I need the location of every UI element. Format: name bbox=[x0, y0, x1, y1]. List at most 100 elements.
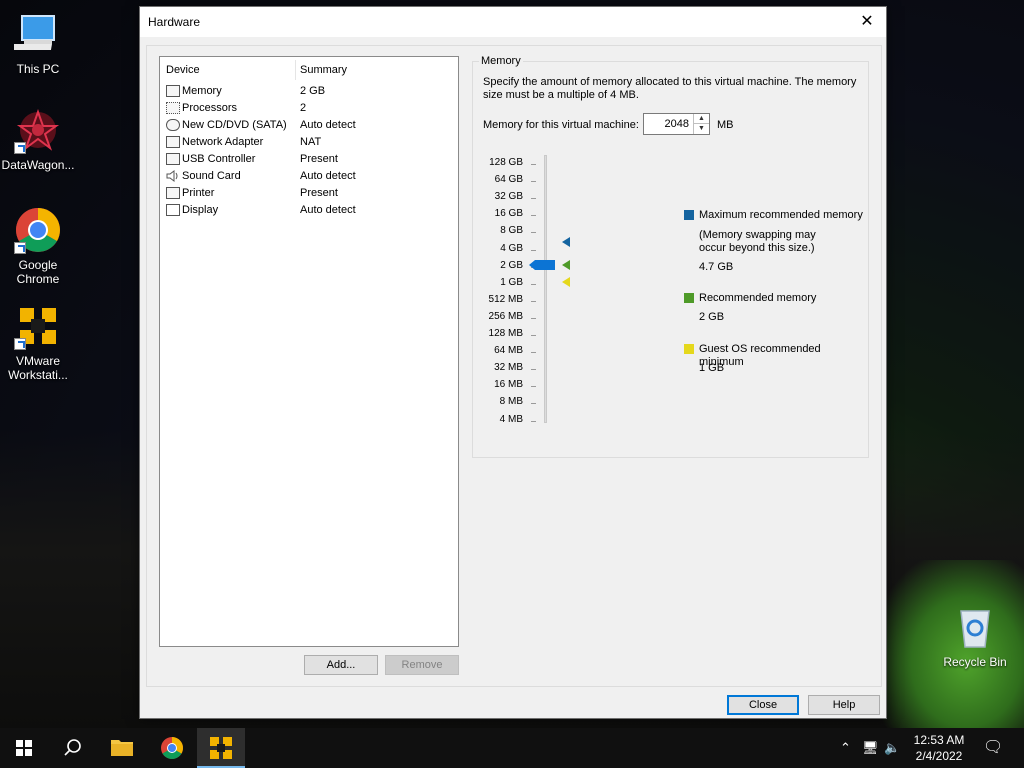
column-header-summary[interactable]: Summary bbox=[300, 64, 347, 76]
memory-scale-label: 16 GB bbox=[494, 208, 523, 220]
cd-dvd-icon bbox=[166, 119, 180, 131]
desktop-icon-recycle-bin[interactable]: Recycle Bin bbox=[937, 603, 1013, 669]
device-name: Sound Card bbox=[182, 170, 241, 182]
device-row-processors[interactable]: Processors 2 bbox=[164, 100, 454, 117]
device-name: Display bbox=[182, 204, 219, 216]
device-list[interactable]: Device Summary Memory 2 GB Processors 2 … bbox=[159, 56, 459, 647]
minimum-swatch bbox=[684, 344, 694, 354]
device-row-printer[interactable]: Printer Present bbox=[164, 185, 454, 202]
search-icon bbox=[64, 739, 81, 756]
device-summary: NAT bbox=[300, 136, 322, 148]
chrome-icon bbox=[14, 206, 62, 254]
memory-scale-label: 8 GB bbox=[500, 225, 523, 237]
desktop-icon-label: Recycle Bin bbox=[943, 655, 1007, 669]
device-summary: Present bbox=[300, 153, 338, 165]
max-recommended-value: 4.7 GB bbox=[699, 261, 734, 273]
memory-scale-tick bbox=[531, 232, 536, 234]
clock[interactable]: 12:53 AM 2/4/2022 bbox=[906, 732, 972, 764]
help-button[interactable]: Help bbox=[808, 695, 880, 715]
device-row-network-adapter[interactable]: Network Adapter NAT bbox=[164, 134, 454, 151]
taskbar-chrome[interactable] bbox=[148, 728, 196, 768]
device-row-memory[interactable]: Memory 2 GB bbox=[164, 83, 454, 100]
computer-icon bbox=[10, 10, 62, 58]
memory-input[interactable]: 2048 bbox=[665, 118, 689, 130]
memory-scale-label: 512 MB bbox=[488, 293, 523, 305]
add-button[interactable]: Add... bbox=[304, 655, 378, 675]
notifications-icon[interactable]: 🗨 bbox=[983, 737, 1003, 757]
vmware-icon bbox=[14, 302, 62, 350]
memory-scale-label: 32 MB bbox=[494, 362, 523, 374]
memory-scale-tick bbox=[531, 181, 536, 183]
memory-slider-thumb[interactable] bbox=[529, 260, 555, 270]
chevron-down-icon[interactable]: ▼ bbox=[694, 124, 709, 134]
chrome-icon bbox=[161, 737, 183, 759]
column-header-device[interactable]: Device bbox=[166, 64, 200, 76]
windows-icon bbox=[16, 740, 32, 756]
memory-description: Specify the amount of memory allocated t… bbox=[483, 76, 857, 101]
device-name: Network Adapter bbox=[182, 136, 264, 148]
recommended-swatch bbox=[684, 293, 694, 303]
close-icon[interactable]: ✕ bbox=[856, 11, 878, 33]
folder-icon bbox=[111, 740, 133, 756]
memory-stepper[interactable]: 2048 ▲ ▼ bbox=[643, 113, 710, 135]
memory-icon bbox=[166, 85, 180, 97]
memory-scale-label: 2 GB bbox=[500, 259, 523, 271]
recommended-title: Recommended memory bbox=[699, 292, 817, 304]
dialog-title: Hardware bbox=[148, 15, 201, 29]
speaker-icon bbox=[166, 170, 180, 182]
device-name: Printer bbox=[182, 187, 215, 199]
desktop-icon-datawagon[interactable]: DataWagon... bbox=[0, 106, 76, 172]
memory-scale-tick bbox=[531, 352, 536, 354]
minimum-title: Guest OS recommended minimum bbox=[699, 343, 821, 368]
clock-time: 12:53 AM bbox=[913, 733, 965, 747]
desktop-icon-label: VMware Workstati... bbox=[8, 354, 68, 382]
desktop-icon-vmware[interactable]: VMware Workstati... bbox=[0, 302, 76, 382]
chevron-up-icon[interactable]: ⌃ bbox=[840, 740, 851, 756]
close-button[interactable]: Close bbox=[727, 695, 799, 715]
desktop-icon-chrome[interactable]: Google Chrome bbox=[0, 206, 76, 286]
desktop-icon-label: This PC bbox=[16, 62, 60, 76]
memory-group: Memory Specify the amount of memory allo… bbox=[472, 55, 869, 458]
chevron-up-icon[interactable]: ▲ bbox=[694, 114, 709, 124]
usb-icon bbox=[166, 153, 180, 165]
device-row-display[interactable]: Display Auto detect bbox=[164, 202, 454, 219]
vmware-icon bbox=[210, 737, 232, 759]
shortcut-arrow-icon bbox=[14, 338, 26, 350]
clock-date: 2/4/2022 bbox=[915, 749, 963, 763]
memory-slider-track[interactable] bbox=[544, 155, 547, 423]
memory-scale-label: 32 GB bbox=[494, 191, 523, 203]
recommended-value: 2 GB bbox=[699, 311, 725, 323]
device-summary: Present bbox=[300, 187, 338, 199]
device-row-cd-dvd[interactable]: New CD/DVD (SATA) Auto detect bbox=[164, 117, 454, 134]
network-icon[interactable]: 🖥 bbox=[862, 740, 879, 756]
taskbar: ⌃ 🖥 🔈 12:53 AM 2/4/2022 🗨 bbox=[0, 728, 1024, 768]
device-name: Memory bbox=[182, 85, 222, 97]
taskbar-file-explorer[interactable] bbox=[98, 728, 146, 768]
recycle-bin-icon bbox=[951, 603, 999, 651]
device-summary: 2 GB bbox=[300, 85, 326, 97]
memory-scale-tick bbox=[531, 283, 536, 285]
memory-scale-label: 8 MB bbox=[499, 396, 523, 408]
memory-scale-label: 16 MB bbox=[494, 379, 523, 391]
device-row-sound-card[interactable]: Sound Card Auto detect bbox=[164, 168, 454, 185]
max-recommended-note: (Memory swapping may occur beyond this s… bbox=[699, 229, 816, 254]
volume-muted-icon[interactable]: 🔈 bbox=[884, 740, 900, 756]
memory-unit: MB bbox=[717, 119, 734, 131]
memory-scale-label: 128 MB bbox=[488, 328, 523, 339]
memory-scale-label: 64 MB bbox=[494, 345, 523, 357]
remove-button[interactable]: Remove bbox=[385, 655, 459, 675]
desktop-icon-this-pc[interactable]: This PC bbox=[0, 10, 76, 76]
memory-scale-tick bbox=[531, 369, 536, 371]
search-button[interactable] bbox=[48, 728, 96, 768]
column-separator bbox=[295, 60, 296, 80]
device-summary: Auto detect bbox=[300, 170, 356, 182]
taskbar-vmware[interactable] bbox=[197, 728, 245, 768]
device-row-usb-controller[interactable]: USB Controller Present bbox=[164, 151, 454, 168]
start-button[interactable] bbox=[0, 728, 48, 768]
memory-scale-label: 64 GB bbox=[494, 174, 523, 186]
max-recommended-marker bbox=[562, 237, 570, 247]
device-name: Processors bbox=[182, 102, 238, 114]
memory-scale-tick bbox=[531, 386, 536, 388]
device-list-header: Device Summary bbox=[160, 57, 458, 83]
memory-scale-label: 4 GB bbox=[500, 242, 523, 254]
